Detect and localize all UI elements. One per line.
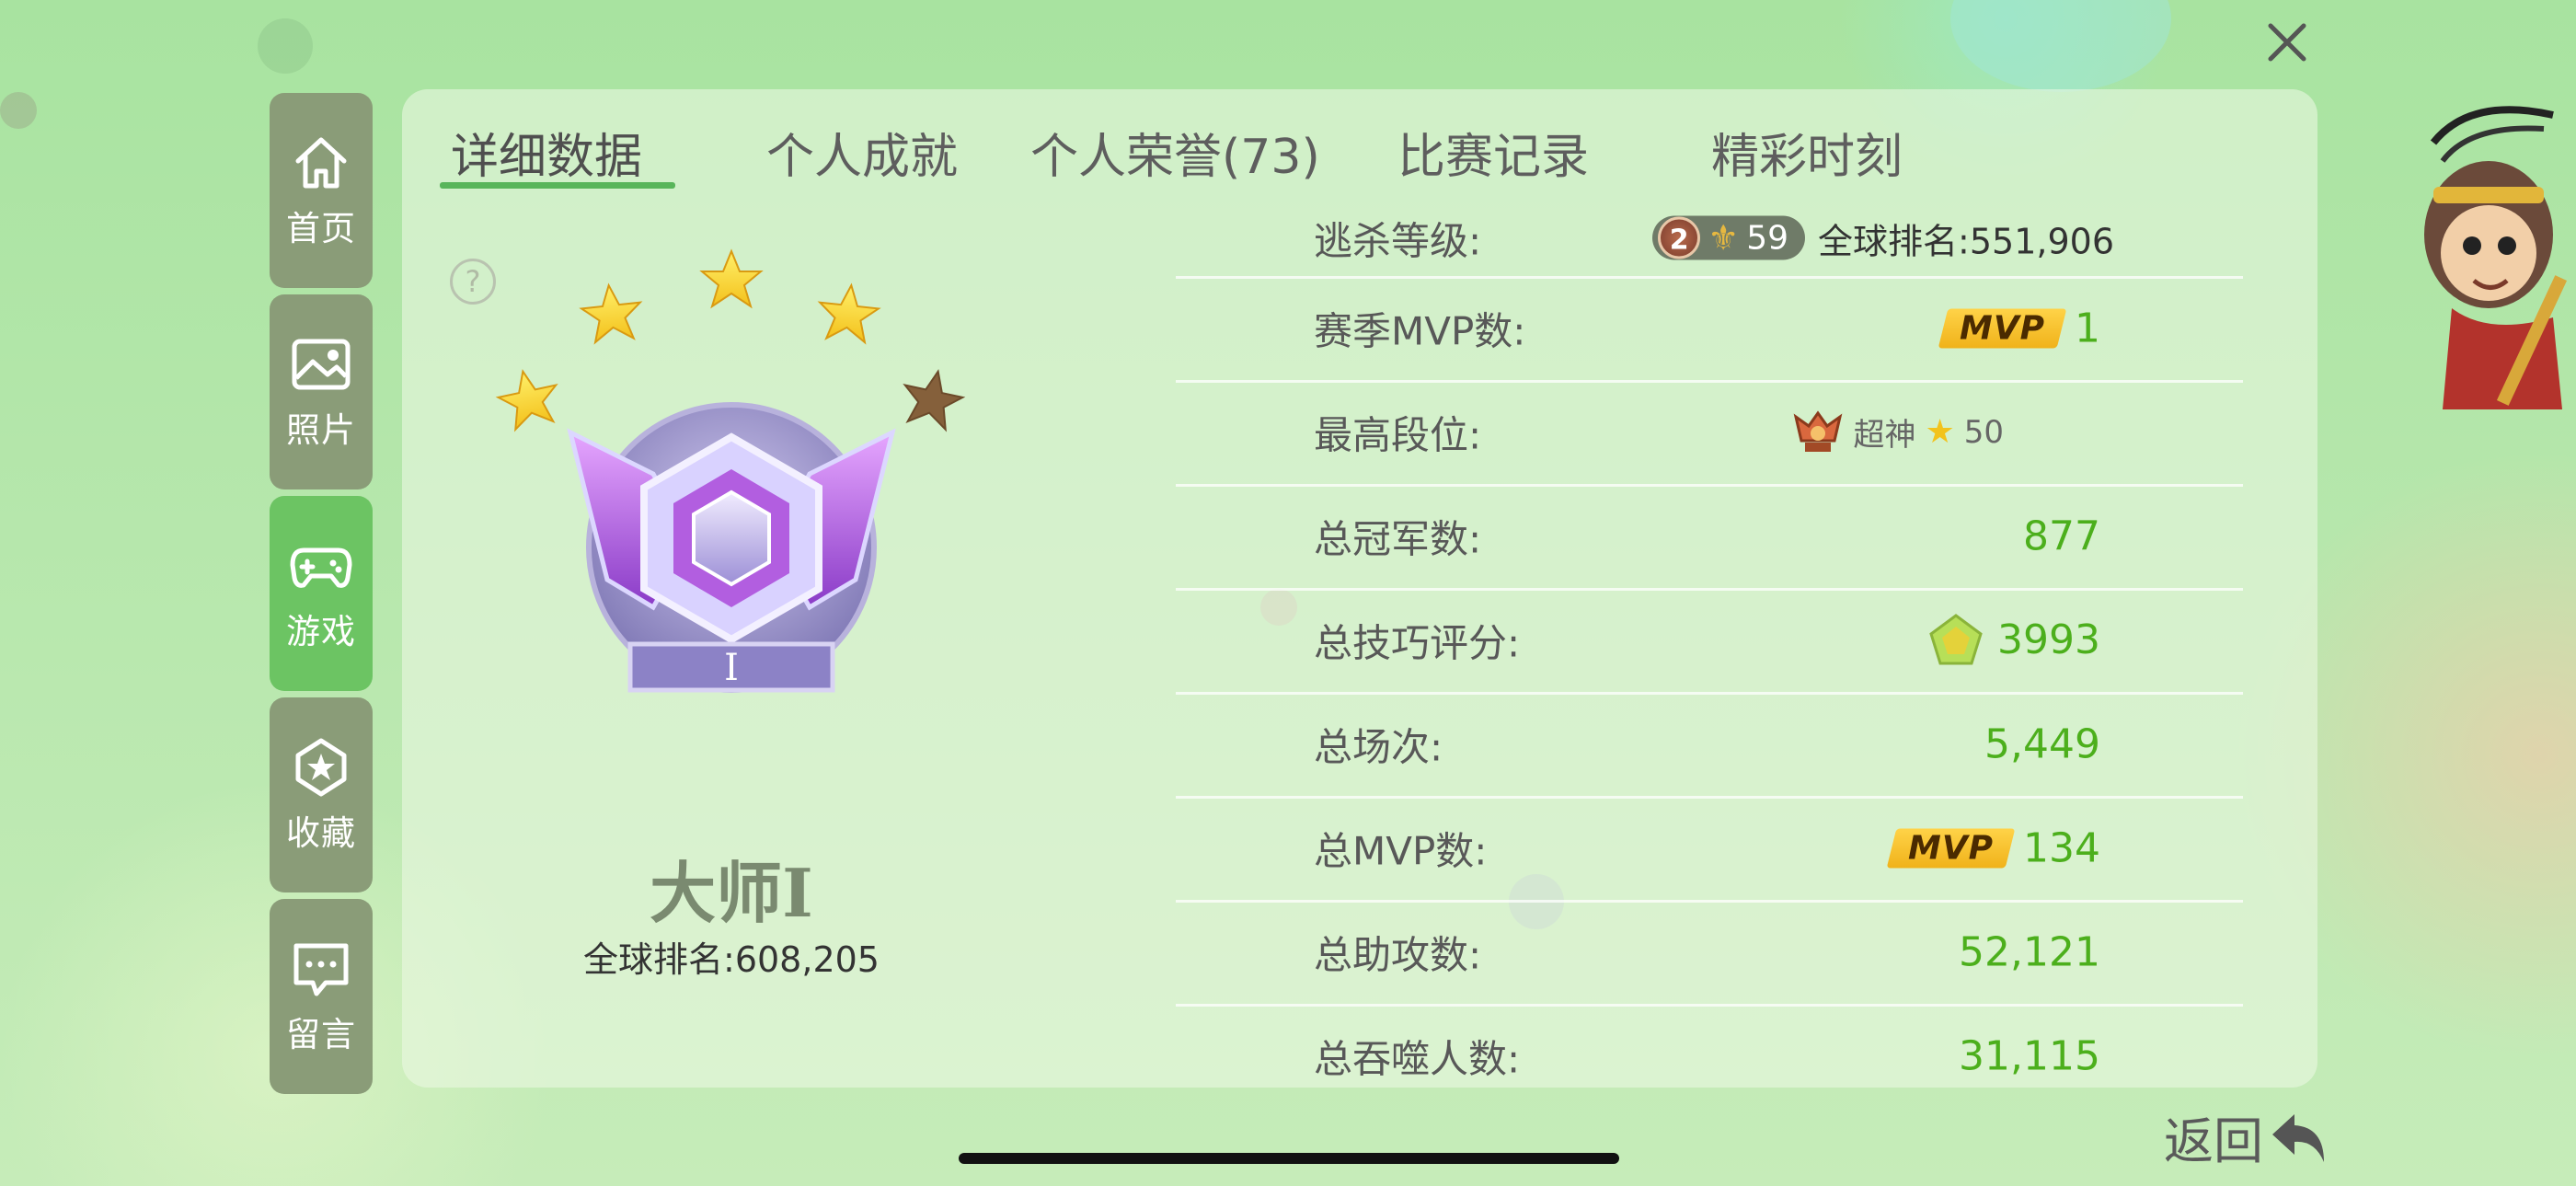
level-number: 59 xyxy=(1746,219,1789,257)
stat-label: 总场次: xyxy=(1314,724,1443,769)
stat-value: 31,115 xyxy=(1959,1032,2100,1079)
monkey-king-character-icon xyxy=(2424,106,2568,409)
season-mvp-count: 1 xyxy=(2075,305,2100,351)
sidebar-item-label: 留言 xyxy=(286,1015,356,1054)
total-mvp-count: 134 xyxy=(2023,824,2100,871)
back-button[interactable]: 返回 xyxy=(2164,1100,2331,1173)
mvp-badge: MVP xyxy=(1886,828,2016,868)
sidebar-item-label: 首页 xyxy=(286,209,356,248)
skill-score-value: 3993 xyxy=(1997,616,2100,663)
stat-label: 总MVP数: xyxy=(1314,828,1488,873)
tab-achievements[interactable]: 个人成就 xyxy=(766,118,958,187)
stat-row-season-mvp: 赛季MVP数: MVP 1 xyxy=(1176,276,2243,383)
rank-name-text: 大师 xyxy=(650,854,783,932)
level-global-value: 551,906 xyxy=(1969,221,2114,261)
sidebar-item-label: 游戏 xyxy=(286,612,356,651)
rank-global-value: 608,205 xyxy=(734,939,880,980)
close-icon[interactable] xyxy=(2265,20,2309,64)
level-global-ranking: 全球排名:551,906 xyxy=(1818,213,2114,263)
skill-gem-icon xyxy=(1929,613,1983,664)
gamepad-icon xyxy=(290,547,352,588)
supreme-rank-icon xyxy=(1794,409,1843,452)
level-emblem-icon: ⚜ xyxy=(1708,217,1740,259)
stat-row-total-games: 总场次: 5,449 xyxy=(1176,692,2243,799)
stat-label: 总冠军数: xyxy=(1314,516,1482,561)
stat-row-total-mvp: 总MVP数: MVP 134 xyxy=(1176,796,2243,903)
stat-label: 总技巧评分: xyxy=(1314,620,1521,665)
home-icon xyxy=(295,137,347,189)
tab-honors[interactable]: 个人荣誉(73) xyxy=(1030,118,1320,187)
stat-value: 877 xyxy=(2023,512,2100,559)
stat-label: 逃杀等级: xyxy=(1314,218,1482,263)
tab-match-records[interactable]: 比赛记录 xyxy=(1397,118,1589,187)
sidebar-item-home[interactable]: 首页 xyxy=(270,93,373,288)
stat-value: MVP 1 xyxy=(1938,305,2100,351)
highest-tier-name: 超神 xyxy=(1853,417,1916,454)
stat-row-total-assists: 总助攻数: 52,121 xyxy=(1176,900,2243,1007)
mvp-badge: MVP xyxy=(1938,308,2067,348)
stat-value: 3993 xyxy=(1927,612,2100,669)
tier-star-icon: ★ xyxy=(1925,413,1955,451)
back-label: 返回 xyxy=(2164,1112,2263,1170)
emblem-tier-label: I xyxy=(724,647,739,689)
stat-label: 总吞噬人数: xyxy=(1314,1036,1521,1081)
stat-label: 总助攻数: xyxy=(1314,932,1482,977)
highest-tier-stars: 50 xyxy=(1963,413,2004,451)
photo-icon xyxy=(292,339,351,390)
stat-value: 5,449 xyxy=(1984,720,2100,767)
stat-value: MVP 134 xyxy=(1886,824,2100,871)
stat-row-highest-tier: 最高段位: 超神 ★ 50 xyxy=(1176,380,2243,487)
stat-label: 赛季MVP数: xyxy=(1314,308,1526,353)
star-badge-icon xyxy=(295,738,347,797)
home-indicator[interactable] xyxy=(959,1153,1619,1164)
stat-row-total-devour: 总吞噬人数: 31,115 xyxy=(1176,1004,2243,1108)
rank-tier: I xyxy=(782,854,813,932)
tab-details[interactable]: 详细数据 xyxy=(451,118,642,187)
tab-highlights[interactable]: 精彩时刻 xyxy=(1711,118,1903,187)
stat-label: 最高段位: xyxy=(1314,412,1482,457)
sidebar-item-photos[interactable]: 照片 xyxy=(270,294,373,489)
master-rank-emblem-icon: I xyxy=(567,402,896,693)
level-global-label: 全球排名: xyxy=(1818,221,1970,261)
stat-value: 52,121 xyxy=(1959,928,2100,975)
active-tab-indicator xyxy=(440,182,675,189)
stat-row-championships: 总冠军数: 877 xyxy=(1176,484,2243,591)
level-badge: 2 ⚜ 59 xyxy=(1652,215,1806,260)
sidebar-item-games[interactable]: 游戏 xyxy=(270,496,373,691)
stat-row-level: 逃杀等级: 2 ⚜ 59 全球排名:551,906 xyxy=(1176,200,2243,279)
stat-row-skill-score: 总技巧评分: 3993 xyxy=(1176,588,2243,695)
stat-value-level: 2 ⚜ 59 全球排名:551,906 xyxy=(1652,213,2114,263)
help-icon[interactable]: ? xyxy=(450,259,496,305)
back-arrow-icon xyxy=(2272,1113,2324,1162)
rank-global-label: 全球排名: xyxy=(583,939,735,980)
stat-value: 超神 ★ 50 xyxy=(1792,409,2004,455)
level-tier-badge: 2 xyxy=(1658,216,1701,259)
sidebar-item-label: 照片 xyxy=(286,410,356,450)
